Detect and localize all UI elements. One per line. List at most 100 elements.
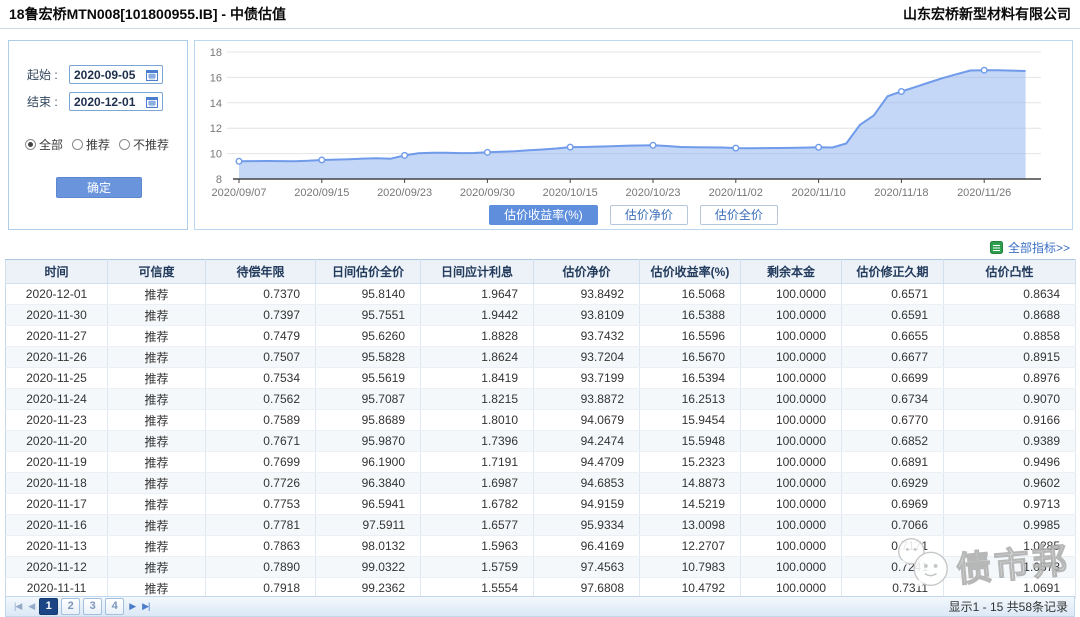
cell: 94.2474 xyxy=(534,431,640,452)
cell: 0.7753 xyxy=(206,494,316,515)
cell: 0.9602 xyxy=(944,473,1076,494)
table-row[interactable]: 2020-11-13推荐0.786398.01321.596396.416912… xyxy=(6,536,1076,557)
cell: 94.4709 xyxy=(534,452,640,473)
tab-net-price[interactable]: 估价净价 xyxy=(610,205,688,225)
cell: 推荐 xyxy=(108,452,206,473)
cell: 10.7983 xyxy=(640,557,741,578)
page-button-4[interactable]: 4 xyxy=(105,598,124,615)
start-date-input[interactable]: 2020-09-05 xyxy=(69,65,163,84)
cell: 95.7551 xyxy=(316,305,421,326)
tab-yield[interactable]: 估价收益率(%) xyxy=(489,205,598,225)
cell: 100.0000 xyxy=(741,452,842,473)
cell: 1.0573 xyxy=(944,557,1076,578)
cell: 0.7589 xyxy=(206,410,316,431)
all-indicators-link[interactable]: 全部指标>> xyxy=(1008,239,1070,256)
column-header-2: 待偿年限 xyxy=(206,260,316,284)
cell: 95.7087 xyxy=(316,389,421,410)
table-row[interactable]: 2020-11-27推荐0.747995.62601.882893.743216… xyxy=(6,326,1076,347)
table-row[interactable]: 2020-11-24推荐0.756295.70871.821593.887216… xyxy=(6,389,1076,410)
column-header-7: 剩余本金 xyxy=(741,260,842,284)
cell: 1.7191 xyxy=(421,452,534,473)
cell: 推荐 xyxy=(108,284,206,305)
svg-text:10: 10 xyxy=(210,149,222,161)
cell: 0.6852 xyxy=(842,431,944,452)
cell: 1.7396 xyxy=(421,431,534,452)
title-bar: 18鲁宏桥MTN008[101800955.IB] - 中债估值 山东宏桥新型材… xyxy=(0,0,1080,29)
page-button-1[interactable]: 1 xyxy=(39,598,58,615)
export-excel-icon[interactable] xyxy=(990,241,1003,254)
cell: 100.0000 xyxy=(741,515,842,536)
cell: 1.9647 xyxy=(421,284,534,305)
end-date-input[interactable]: 2020-12-01 xyxy=(69,92,163,111)
column-header-4: 日间应计利息 xyxy=(421,260,534,284)
cell: 0.6891 xyxy=(842,452,944,473)
cell: 推荐 xyxy=(108,389,206,410)
radio-all[interactable]: 全部 xyxy=(25,136,63,153)
cell: 0.9713 xyxy=(944,494,1076,515)
cell: 0.8634 xyxy=(944,284,1076,305)
cell: 100.0000 xyxy=(741,326,842,347)
cell: 0.8915 xyxy=(944,347,1076,368)
svg-text:2020/10/15: 2020/10/15 xyxy=(543,187,598,199)
calendar-icon[interactable] xyxy=(146,69,158,81)
radio-label: 不推荐 xyxy=(133,136,169,153)
table-row[interactable]: 2020-11-25推荐0.753495.56191.841993.719916… xyxy=(6,368,1076,389)
cell: 100.0000 xyxy=(741,431,842,452)
cell: 2020-11-19 xyxy=(6,452,108,473)
cell: 93.8492 xyxy=(534,284,640,305)
svg-text:2020/09/30: 2020/09/30 xyxy=(460,187,515,199)
table-row[interactable]: 2020-11-17推荐0.775396.59411.678294.915914… xyxy=(6,494,1076,515)
column-header-6: 估价收益率(%) xyxy=(640,260,741,284)
page-button-2[interactable]: 2 xyxy=(61,598,80,615)
cell: 推荐 xyxy=(108,515,206,536)
cell: 94.0679 xyxy=(534,410,640,431)
cell: 100.0000 xyxy=(741,494,842,515)
radio-recommended[interactable]: 推荐 xyxy=(72,136,110,153)
table-row[interactable]: 2020-11-20推荐0.767195.98701.739694.247415… xyxy=(6,431,1076,452)
start-date-field: 起始 : 2020-09-05 xyxy=(27,65,163,84)
chart-panel: 810121416182020/09/072020/09/152020/09/2… xyxy=(194,40,1073,230)
radio-circle-icon[interactable] xyxy=(25,139,36,150)
calendar-icon[interactable] xyxy=(146,96,158,108)
cell: 95.9870 xyxy=(316,431,421,452)
last-page-icon[interactable]: ▶| xyxy=(140,601,151,612)
svg-text:2020/09/07: 2020/09/07 xyxy=(211,187,266,199)
table-row[interactable]: 2020-11-23推荐0.758995.86891.801094.067915… xyxy=(6,410,1076,431)
cell: 16.5670 xyxy=(640,347,741,368)
table-row[interactable]: 2020-11-26推荐0.750795.58281.862493.720416… xyxy=(6,347,1076,368)
svg-text:2020/11/10: 2020/11/10 xyxy=(791,187,845,199)
cell: 96.5941 xyxy=(316,494,421,515)
cell: 2020-11-30 xyxy=(6,305,108,326)
confirm-button[interactable]: 确定 xyxy=(56,177,142,198)
table-row[interactable]: 2020-11-19推荐0.769996.19001.719194.470915… xyxy=(6,452,1076,473)
column-header-3: 日间估价全价 xyxy=(316,260,421,284)
prev-page-icon[interactable]: ◀ xyxy=(26,601,36,612)
cell: 2020-11-20 xyxy=(6,431,108,452)
cell: 2020-11-23 xyxy=(6,410,108,431)
cell: 16.5394 xyxy=(640,368,741,389)
cell: 97.5911 xyxy=(316,515,421,536)
cell: 93.7432 xyxy=(534,326,640,347)
cell: 2020-11-12 xyxy=(6,557,108,578)
page-button-3[interactable]: 3 xyxy=(83,598,102,615)
start-date-value: 2020-09-05 xyxy=(74,68,135,82)
table-row[interactable]: 2020-11-18推荐0.772696.38401.698794.685314… xyxy=(6,473,1076,494)
table-row[interactable]: 2020-12-01推荐0.737095.81401.964793.849216… xyxy=(6,284,1076,305)
cell: 12.2707 xyxy=(640,536,741,557)
table-row[interactable]: 2020-11-12推荐0.789099.03221.575997.456310… xyxy=(6,557,1076,578)
radio-circle-icon[interactable] xyxy=(119,139,130,150)
first-page-icon[interactable]: |◀ xyxy=(12,601,23,612)
cell: 93.8109 xyxy=(534,305,640,326)
next-page-icon[interactable]: ▶ xyxy=(127,601,137,612)
end-date-label: 结束 : xyxy=(27,93,65,110)
cell: 100.0000 xyxy=(741,473,842,494)
end-date-value: 2020-12-01 xyxy=(74,95,135,109)
table-row[interactable]: 2020-11-30推荐0.739795.75511.944293.810916… xyxy=(6,305,1076,326)
cell: 0.7370 xyxy=(206,284,316,305)
pagination-bar: |◀ ◀ 1234 ▶ ▶| 显示1 - 15 共58条记录 xyxy=(5,596,1075,617)
table-row[interactable]: 2020-11-16推荐0.778197.59111.657795.933413… xyxy=(6,515,1076,536)
radio-circle-icon[interactable] xyxy=(72,139,83,150)
tab-full-price[interactable]: 估价全价 xyxy=(700,205,778,225)
radio-not-recommended[interactable]: 不推荐 xyxy=(119,136,169,153)
column-header-0: 时间 xyxy=(6,260,108,284)
